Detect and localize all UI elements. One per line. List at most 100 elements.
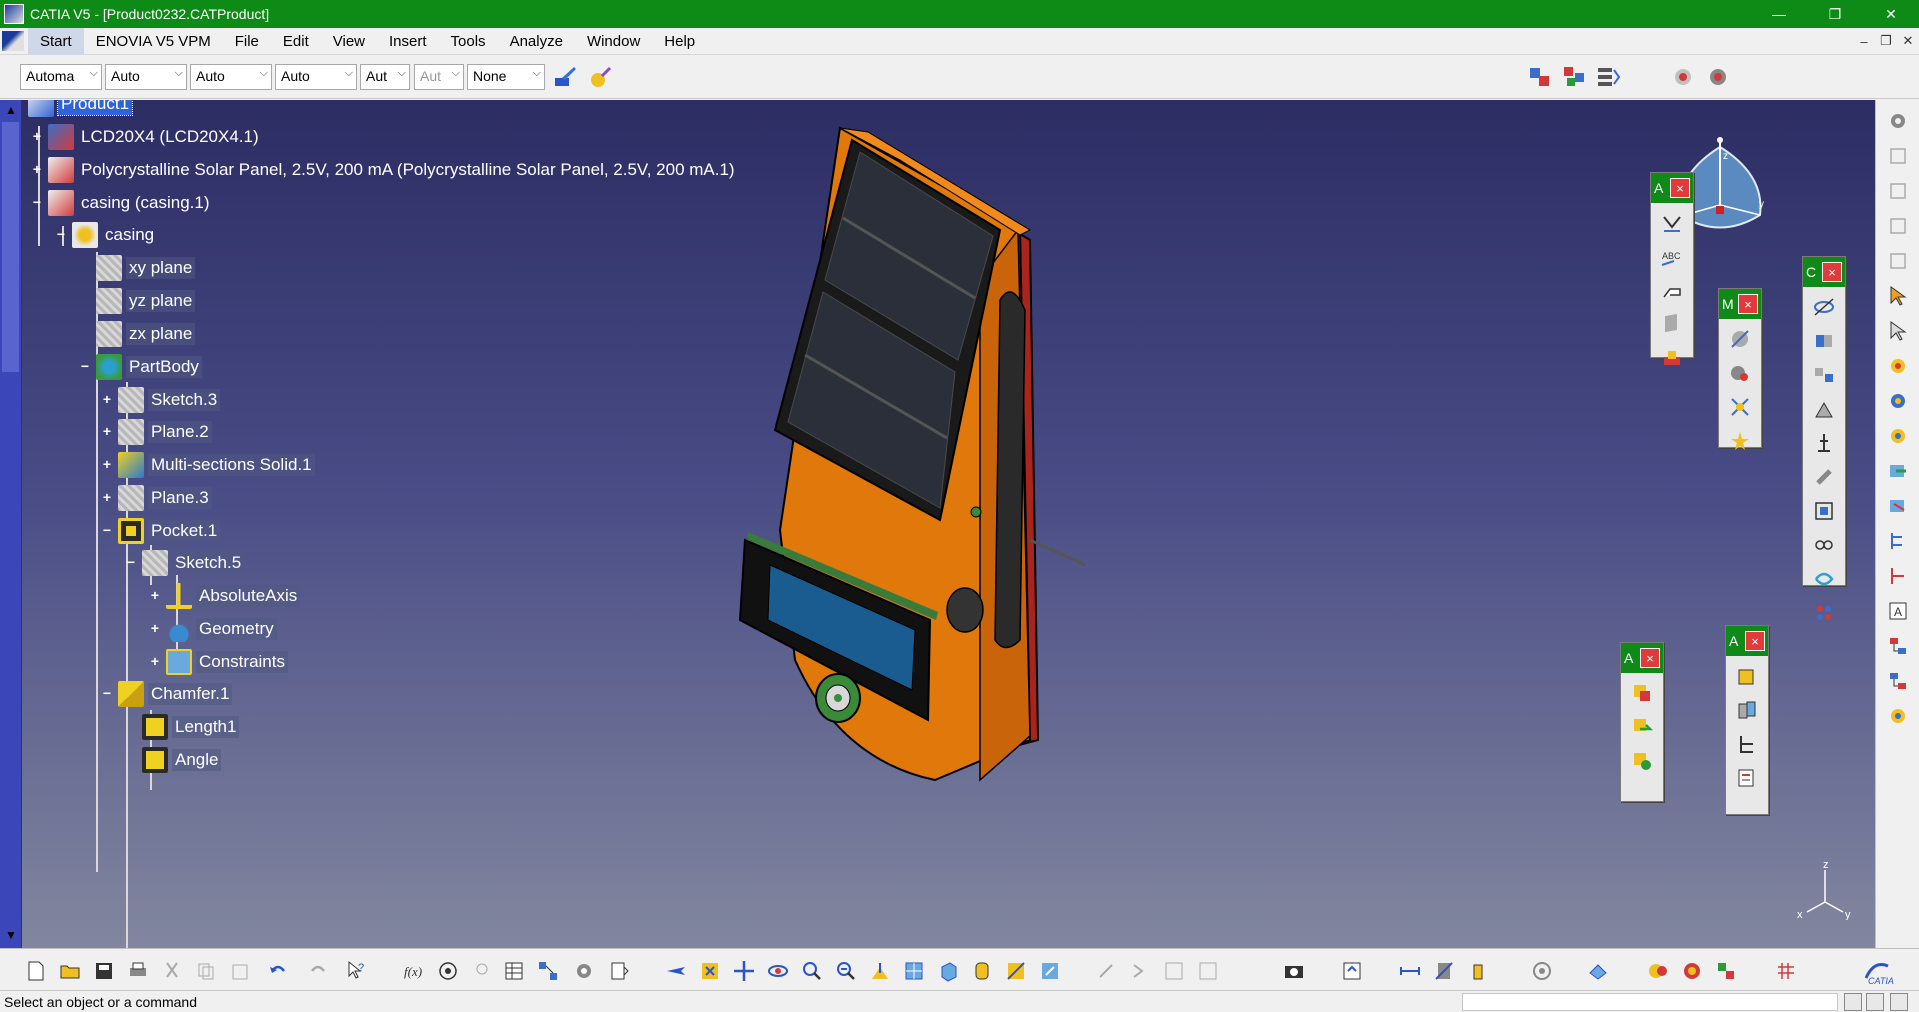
disabled-tool-icon-2[interactable]: [1126, 957, 1154, 985]
quick-constraint-icon[interactable]: [1810, 497, 1838, 525]
fly-mode-icon[interactable]: [662, 957, 690, 985]
graph-icon[interactable]: [534, 957, 562, 985]
line-type-combo[interactable]: Auto ⌵: [275, 64, 357, 90]
replace-component-icon[interactable]: [1628, 713, 1656, 741]
text-a-icon[interactable]: A: [1884, 597, 1912, 625]
tree-node-plane3[interactable]: + Plane.3: [100, 484, 212, 512]
line-thickness-combo[interactable]: Auto ⌵: [190, 64, 272, 90]
tree-label[interactable]: Angle: [172, 749, 222, 771]
expand-plus-icon[interactable]: +: [100, 457, 114, 472]
disabled-tool-icon-1[interactable]: [1092, 957, 1120, 985]
collapse-minus-icon[interactable]: −: [78, 359, 92, 374]
tree-label[interactable]: Polycrystalline Solar Panel, 2.5V, 200 m…: [78, 159, 738, 181]
close-toolbar-button[interactable]: ×: [1822, 262, 1842, 282]
tree-structure-icon[interactable]: [1884, 632, 1912, 660]
menu-edit[interactable]: Edit: [271, 28, 321, 55]
tree-node-zx-plane[interactable]: zx plane: [96, 320, 196, 348]
fix-component-icon[interactable]: [1810, 429, 1838, 457]
measure-star-icon[interactable]: [1726, 427, 1754, 455]
menu-analyze[interactable]: Analyze: [498, 28, 575, 55]
compare-products-icon[interactable]: [1678, 957, 1706, 985]
contact-constraint-icon[interactable]: [1810, 327, 1838, 355]
menu-start[interactable]: Start: [28, 27, 84, 55]
disabled-tool-icon-3[interactable]: [1160, 957, 1188, 985]
pan-icon[interactable]: [730, 957, 758, 985]
text-abc-icon[interactable]: ABC: [1658, 243, 1686, 271]
menu-enovia[interactable]: ENOVIA V5 VPM: [84, 28, 223, 55]
close-toolbar-button[interactable]: ×: [1738, 294, 1758, 314]
product-disabled-icon-3[interactable]: [1884, 212, 1912, 240]
fix-together-icon[interactable]: [1810, 463, 1838, 491]
properties-brush-icon[interactable]: [588, 64, 614, 90]
swap-visible-space-icon[interactable]: [1036, 957, 1064, 985]
menu-help[interactable]: Help: [652, 28, 707, 55]
document-menu-icon[interactable]: [2, 31, 24, 51]
whats-this-icon[interactable]: ?: [342, 957, 370, 985]
normal-view-icon[interactable]: [866, 957, 894, 985]
capture-camera-icon[interactable]: [1280, 957, 1308, 985]
tree-node-sketch5[interactable]: − Sketch.5: [124, 549, 245, 577]
point-symbol-combo[interactable]: Aut ⌵: [360, 64, 410, 90]
menu-insert[interactable]: Insert: [377, 28, 439, 55]
graph-tree-reorder-icon[interactable]: [1628, 747, 1656, 775]
color-combo[interactable]: Automa ⌵: [20, 64, 102, 90]
light-bulb-icon[interactable]: [468, 957, 496, 985]
measure-between-bottom-icon[interactable]: [1396, 957, 1424, 985]
expand-plus-icon[interactable]: +: [100, 490, 114, 505]
tree-node-xy-plane[interactable]: xy plane: [96, 254, 196, 282]
measure-item-bottom-icon[interactable]: [1430, 957, 1458, 985]
fit-all-icon[interactable]: [696, 957, 724, 985]
menu-file[interactable]: File: [223, 28, 271, 55]
analysis-tree-icon[interactable]: [1733, 730, 1761, 758]
manipulation-icon[interactable]: [1670, 64, 1696, 90]
flexible-rigid-icon[interactable]: [1810, 531, 1838, 559]
close-toolbar-button[interactable]: ×: [1670, 178, 1690, 198]
tree-label[interactable]: casing (casing.1): [78, 192, 213, 214]
select-arrow-icon[interactable]: [1884, 282, 1912, 310]
tree-label[interactable]: Pocket.1: [148, 520, 221, 542]
open-folder-icon[interactable]: [56, 957, 84, 985]
text-annotation-icon[interactable]: [1658, 209, 1686, 237]
layer-combo[interactable]: None ⌵: [467, 64, 545, 90]
tree-node-angle[interactable]: Angle: [142, 746, 222, 774]
manipulate-icon[interactable]: [1884, 317, 1912, 345]
tree-node-geometry[interactable]: + Geometry: [148, 615, 277, 643]
scroll-down-arrow-icon[interactable]: ▼: [3, 928, 19, 942]
tree-node-partbody[interactable]: − PartBody: [78, 353, 202, 381]
tree-node-casing-part[interactable]: − casing: [54, 221, 157, 249]
close-toolbar-button[interactable]: ×: [1640, 648, 1660, 668]
sectioning-icon[interactable]: [1584, 957, 1612, 985]
cut-icon[interactable]: [158, 957, 186, 985]
scrollbar-thumb[interactable]: [2, 122, 19, 372]
status-icon-1[interactable]: [1844, 993, 1862, 1011]
disabled-tool-icon-4[interactable]: [1194, 957, 1222, 985]
doc-minimize-button[interactable]: –: [1853, 34, 1875, 49]
status-icon-2[interactable]: [1866, 993, 1884, 1011]
tree-label[interactable]: casing: [102, 224, 157, 246]
shading-icon[interactable]: [968, 957, 996, 985]
tree-node-solar-panel[interactable]: + Polycrystalline Solar Panel, 2.5V, 200…: [30, 156, 738, 184]
new-file-icon[interactable]: [22, 957, 50, 985]
grid-icon[interactable]: [1772, 957, 1800, 985]
expand-plus-icon[interactable]: +: [30, 129, 44, 144]
power-input-field[interactable]: [1462, 993, 1838, 1011]
product-disabled-icon-2[interactable]: [1884, 177, 1912, 205]
measure-inertia-bottom-icon[interactable]: [1464, 957, 1492, 985]
print-icon[interactable]: [124, 957, 152, 985]
tree-label[interactable]: Constraints: [196, 651, 288, 673]
tree-node-constraints[interactable]: + Constraints: [148, 648, 288, 676]
tree-scrollbar[interactable]: ▲ ▼: [0, 100, 22, 948]
tree-label[interactable]: Product1: [56, 100, 134, 116]
minimize-button[interactable]: —: [1751, 0, 1807, 28]
doc-close-button[interactable]: ✕: [1897, 33, 1919, 49]
tree-label[interactable]: Sketch.3: [148, 389, 221, 411]
menu-window[interactable]: Window: [575, 28, 652, 55]
tree-node-pocket1[interactable]: − Pocket.1: [100, 517, 221, 545]
tree-label[interactable]: Geometry: [196, 618, 277, 640]
tree-node-yz-plane[interactable]: yz plane: [96, 287, 196, 315]
existing-component-icon[interactable]: [1628, 679, 1656, 707]
tree-label[interactable]: AbsoluteAxis: [196, 585, 301, 607]
expand-plus-icon[interactable]: +: [148, 654, 162, 669]
zoom-in-icon[interactable]: [798, 957, 826, 985]
tree-label[interactable]: Chamfer.1: [148, 683, 233, 705]
